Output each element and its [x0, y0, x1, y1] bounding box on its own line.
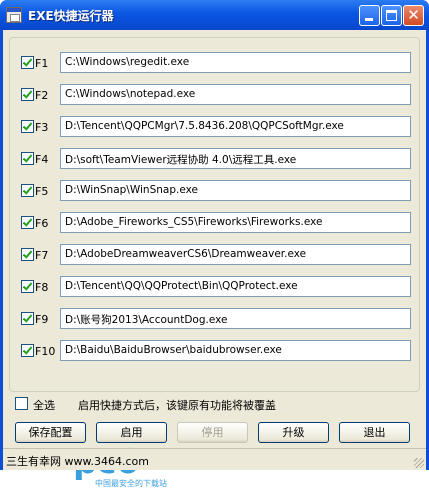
hotkey-row: F1 C:\Windows\regedit.exe	[10, 52, 419, 74]
exit-button[interactable]: 退出	[339, 422, 410, 443]
hotkey-label: F1	[35, 57, 49, 70]
checkmark-icon	[22, 56, 33, 67]
hotkey-label: F10	[35, 345, 56, 358]
row-checkbox[interactable]	[21, 312, 34, 325]
hotkey-label: F7	[35, 249, 49, 262]
hotkey-row: F7 D:\AdobeDreamweaverCS6\Dreamweaver.ex…	[10, 244, 419, 266]
maximize-icon	[386, 10, 397, 21]
row-checkbox[interactable]	[21, 344, 34, 357]
save-config-button[interactable]: 保存配置	[15, 422, 86, 443]
disable-button: 停用	[177, 422, 248, 443]
row-checkbox[interactable]	[21, 56, 34, 69]
close-icon: ✕	[407, 6, 420, 24]
path-field[interactable]: C:\Windows\regedit.exe	[60, 52, 411, 73]
client-area: F1 C:\Windows\regedit.exe F2 C:\Windows\…	[3, 30, 426, 488]
hotkey-label: F2	[35, 89, 49, 102]
checkmark-icon	[22, 312, 33, 323]
checkmark-icon	[22, 344, 33, 355]
hotkey-row: F5 D:\WinSnap\WinSnap.exe	[10, 180, 419, 202]
app-window: EXE快捷运行器 ✕ F1 C:\Windows\regedit.exe F2 …	[0, 0, 429, 488]
minimize-button[interactable]	[359, 5, 380, 26]
hotkey-label: F4	[35, 153, 49, 166]
hotkey-label: F5	[35, 185, 49, 198]
hotkey-group: F1 C:\Windows\regedit.exe F2 C:\Windows\…	[9, 37, 420, 392]
row-checkbox[interactable]	[21, 184, 34, 197]
path-field[interactable]: C:\Windows\notepad.exe	[60, 84, 411, 105]
row-checkbox[interactable]	[21, 88, 34, 101]
path-field[interactable]: D:\账号狗2013\AccountDog.exe	[60, 308, 411, 329]
hotkey-row: F2 C:\Windows\notepad.exe	[10, 84, 419, 106]
resize-grip-icon[interactable]	[414, 458, 424, 468]
hotkey-row: F3 D:\Tencent\QQPCMgr\7.5.8436.208\QQPCS…	[10, 116, 419, 138]
checkmark-icon	[22, 88, 33, 99]
path-field[interactable]: D:\WinSnap\WinSnap.exe	[60, 180, 411, 201]
hotkey-row: F10 D:\Baidu\BaiduBrowser\baidubrowser.e…	[10, 340, 419, 362]
path-field[interactable]: D:\Tencent\QQPCMgr\7.5.8436.208\QQPCSoft…	[60, 116, 411, 137]
maximize-button[interactable]	[381, 5, 402, 26]
path-field[interactable]: D:\Baidu\BaiduBrowser\baidubrowser.exe	[60, 340, 411, 361]
hotkey-label: F8	[35, 281, 49, 294]
window-title: EXE快捷运行器	[28, 9, 114, 23]
hotkey-row: F8 D:\Tencent\QQ\QQProtect\Bin\QQProtect…	[10, 276, 419, 298]
path-field[interactable]: D:\soft\TeamViewer远程协助 4.0\远程工具.exe	[60, 148, 411, 169]
enable-button[interactable]: 启用	[96, 422, 167, 443]
minimize-icon	[365, 18, 373, 21]
hotkey-row: F4 D:\soft\TeamViewer远程协助 4.0\远程工具.exe	[10, 148, 419, 170]
hotkey-row: F6 D:\Adobe_Fireworks_CS5\Fireworks\Fire…	[10, 212, 419, 234]
row-checkbox[interactable]	[21, 216, 34, 229]
title-bar[interactable]: EXE快捷运行器 ✕	[0, 0, 429, 30]
hotkey-label: F6	[35, 217, 49, 230]
close-button[interactable]: ✕	[403, 5, 424, 26]
path-field[interactable]: D:\Adobe_Fireworks_CS5\Fireworks\Firewor…	[60, 212, 411, 233]
upgrade-button[interactable]: 升级	[258, 422, 329, 443]
path-field[interactable]: D:\AdobeDreamweaverCS6\Dreamweaver.exe	[60, 244, 411, 265]
checkmark-icon	[22, 280, 33, 291]
hotkey-label: F3	[35, 121, 49, 134]
row-checkbox[interactable]	[21, 280, 34, 293]
select-all-label: 全选	[33, 399, 55, 412]
checkmark-icon	[22, 248, 33, 259]
status-bar: 三生有幸网 www.3464.com	[3, 448, 426, 470]
row-checkbox[interactable]	[21, 248, 34, 261]
checkmark-icon	[22, 152, 33, 163]
hotkey-label: F9	[35, 313, 49, 326]
checkmark-icon	[22, 184, 33, 195]
hotkey-row: F9 D:\账号狗2013\AccountDog.exe	[10, 308, 419, 330]
row-checkbox[interactable]	[21, 152, 34, 165]
row-checkbox[interactable]	[21, 120, 34, 133]
status-text: 三生有幸网 www.3464.com	[6, 455, 149, 468]
checkmark-icon	[22, 120, 33, 131]
path-field[interactable]: D:\Tencent\QQ\QQProtect\Bin\QQProtect.ex…	[60, 276, 411, 297]
app-icon	[6, 7, 22, 23]
warning-hint: 启用快捷方式后，该键原有功能将被覆盖	[78, 399, 276, 412]
checkmark-icon	[22, 216, 33, 227]
select-all-checkbox[interactable]	[15, 397, 28, 410]
watermark-slogan: 中国最安全的下载站	[95, 479, 167, 488]
